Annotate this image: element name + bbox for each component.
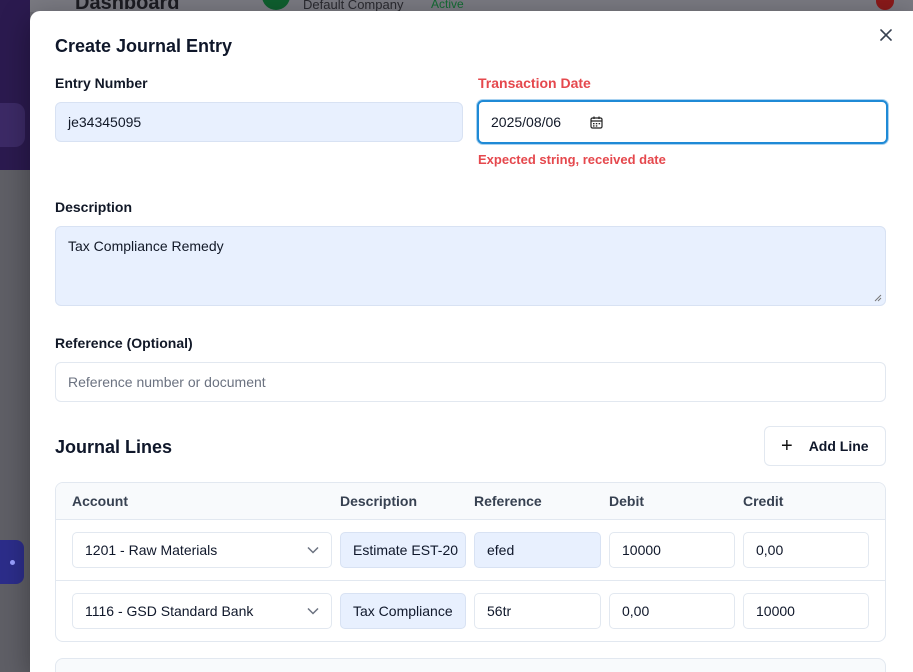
row-1-account-select[interactable]: 1201 - Raw Materials (72, 532, 332, 568)
sidebar-active-dot (10, 560, 15, 565)
description-textarea[interactable]: Tax Compliance Remedy (55, 226, 886, 306)
entry-number-value: je34345095 (68, 114, 142, 130)
plus-icon: + (781, 435, 793, 457)
row-1-credit-value: 0,00 (756, 542, 784, 558)
row-1-debit-value: 10000 (622, 542, 661, 558)
row-2-account-value: 1116 - GSD Standard Bank (85, 603, 254, 619)
row-1-reference-input[interactable]: efed (474, 532, 601, 568)
row-2-debit-value: 0,00 (622, 603, 650, 619)
row-2-credit-value: 10000 (756, 603, 795, 619)
add-line-button[interactable]: + Add Line (764, 426, 886, 466)
row-1-description-value: Estimate EST-20 (353, 542, 459, 558)
column-description: Description (340, 493, 418, 509)
sidebar (0, 0, 30, 672)
row-2-description-value: Tax Compliance (353, 603, 453, 619)
reference-input[interactable]: Reference number or document (55, 362, 886, 402)
journal-lines-table: Account Description Reference Debit Cred… (55, 482, 886, 642)
totals-card (55, 658, 886, 672)
row-divider (56, 580, 885, 581)
row-1-reference-value: efed (487, 542, 515, 558)
row-1-credit-input[interactable]: 0,00 (743, 532, 869, 568)
chevron-down-icon (307, 607, 319, 615)
row-2-reference-value: 56tr (487, 603, 512, 619)
close-icon (880, 29, 892, 41)
reference-placeholder: Reference number or document (68, 374, 266, 390)
chevron-down-icon (307, 546, 319, 554)
reference-label: Reference (Optional) (55, 335, 193, 351)
row-1-account-value: 1201 - Raw Materials (85, 542, 218, 558)
create-journal-entry-modal: Create Journal Entry Entry Number je3434… (30, 11, 913, 672)
row-2-reference-input[interactable]: 56tr (474, 593, 601, 629)
column-account: Account (72, 493, 128, 509)
row-1-description-input[interactable]: Estimate EST-20 (340, 532, 466, 568)
entry-number-input[interactable]: je34345095 (55, 102, 463, 142)
close-button[interactable] (876, 25, 896, 45)
row-2-debit-input[interactable]: 0,00 (609, 593, 735, 629)
row-2-description-input[interactable]: Tax Compliance (340, 593, 466, 629)
sidebar-lower (0, 170, 30, 672)
calendar-icon[interactable] (590, 116, 603, 129)
sidebar-selected-item (0, 103, 25, 147)
row-2-account-select[interactable]: 1116 - GSD Standard Bank (72, 593, 332, 629)
transaction-date-error: Expected string, received date (478, 152, 666, 167)
entry-number-label: Entry Number (55, 75, 148, 91)
column-reference: Reference (474, 493, 542, 509)
row-2-credit-input[interactable]: 10000 (743, 593, 869, 629)
description-label: Description (55, 199, 133, 215)
transaction-date-label: Transaction Date (478, 75, 591, 91)
column-credit: Credit (743, 493, 784, 509)
table-header: Account Description Reference Debit Cred… (56, 483, 885, 520)
add-line-label: Add Line (808, 438, 869, 454)
resize-grip-icon[interactable] (874, 294, 882, 302)
company-status: Active (431, 0, 464, 11)
description-value: Tax Compliance Remedy (68, 238, 224, 254)
row-1-debit-input[interactable]: 10000 (609, 532, 735, 568)
transaction-date-input[interactable]: 2025/08/06 (477, 100, 888, 144)
journal-lines-title: Journal Lines (55, 437, 173, 457)
column-debit: Debit (609, 493, 644, 509)
modal-title: Create Journal Entry (55, 36, 233, 56)
transaction-date-value: 2025/08/06 (491, 114, 562, 130)
